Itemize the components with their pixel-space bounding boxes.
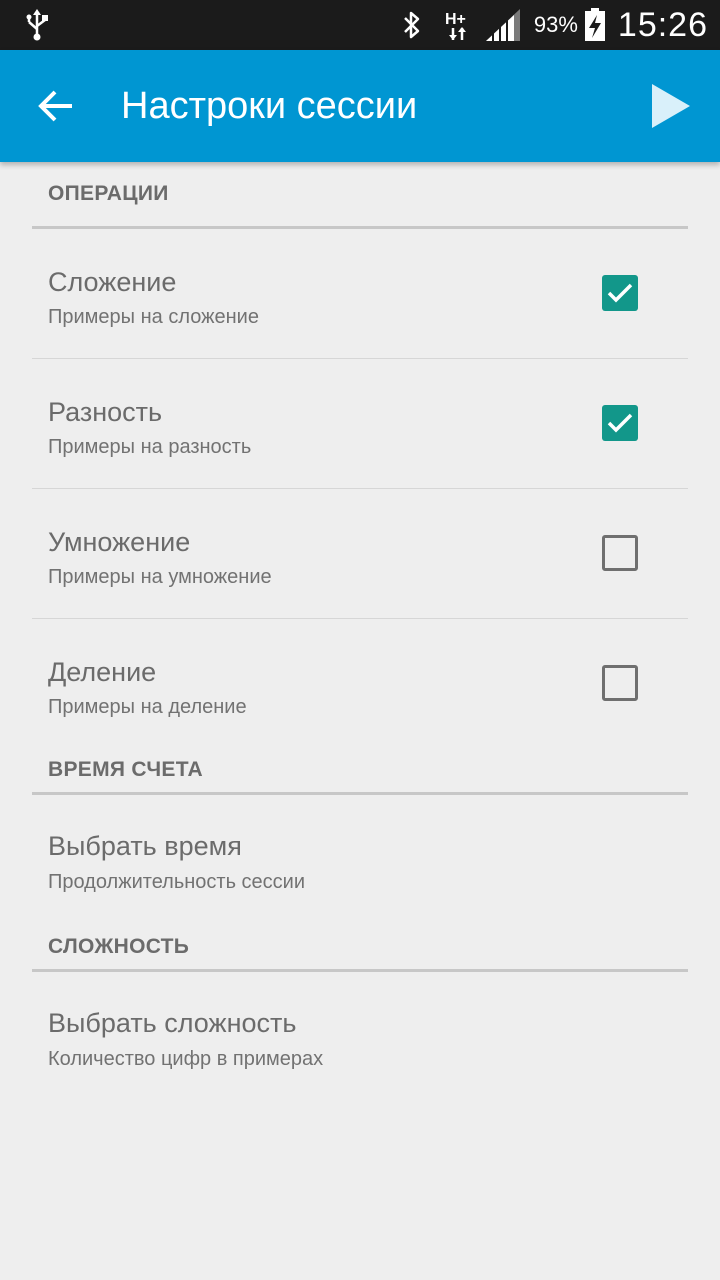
section-header-label: ОПЕРАЦИИ [48, 182, 169, 205]
section-header-label: СЛОЖНОСТЬ [48, 935, 190, 958]
pref-title: Сложение [48, 267, 177, 297]
checkmark-icon [607, 413, 633, 433]
status-bar: H+ 93% 15:26 [0, 0, 720, 50]
pref-title: Умножение [48, 527, 191, 557]
clock: 15:26 [617, 5, 708, 44]
pref-addition[interactable]: Сложение Примеры на сложение [32, 229, 688, 359]
pref-select-time[interactable]: Выбрать время Продолжительность сессии [32, 795, 688, 925]
pref-division[interactable]: Деление Примеры на деление [32, 619, 688, 748]
pref-subtitle: Примеры на деление [48, 696, 247, 718]
app-toolbar: Настроки сессии [0, 50, 720, 162]
pref-title: Разность [48, 397, 163, 427]
pref-subtitle: Примеры на сложение [48, 306, 259, 328]
section-header-time: ВРЕМЯ СЧЕТА [32, 748, 688, 795]
division-checkbox[interactable] [602, 665, 638, 701]
pref-subtitle: Продолжительность сессии [48, 871, 306, 893]
section-header-label: ВРЕМЯ СЧЕТА [48, 758, 203, 781]
bluetooth-icon [402, 10, 422, 40]
arrow-back-icon[interactable] [36, 86, 76, 126]
play-icon[interactable] [650, 82, 692, 130]
page-title: Настроки сессии [121, 85, 418, 127]
pref-subtitle: Примеры на разность [48, 436, 252, 458]
pref-select-difficulty[interactable]: Выбрать сложность Количество цифр в прим… [32, 972, 688, 1102]
multiplication-checkbox[interactable] [602, 535, 638, 571]
pref-subtraction[interactable]: Разность Примеры на разность [32, 359, 688, 489]
pref-title: Выбрать сложность [48, 1008, 297, 1038]
signal-icon [485, 9, 520, 41]
pref-subtitle: Примеры на умножение [48, 566, 272, 588]
section-header-difficulty: СЛОЖНОСТЬ [32, 925, 688, 972]
subtraction-checkbox[interactable] [602, 405, 638, 441]
addition-checkbox[interactable] [602, 275, 638, 311]
network-hplus-icon: H+ [444, 8, 472, 42]
checkmark-icon [607, 283, 633, 303]
pref-subtitle: Количество цифр в примерах [48, 1048, 324, 1070]
section-header-operations: ОПЕРАЦИИ [32, 162, 688, 229]
battery-percent: 93% [533, 12, 578, 37]
pref-multiplication[interactable]: Умножение Примеры на умножение [32, 489, 688, 619]
pref-title: Деление [48, 657, 157, 687]
pref-title: Выбрать время [48, 831, 242, 861]
settings-list: ОПЕРАЦИИ Сложение Примеры на сложение Ра… [0, 162, 720, 1102]
usb-icon [24, 9, 50, 46]
battery-charging-icon [584, 8, 606, 42]
network-type-label: H+ [445, 11, 466, 28]
